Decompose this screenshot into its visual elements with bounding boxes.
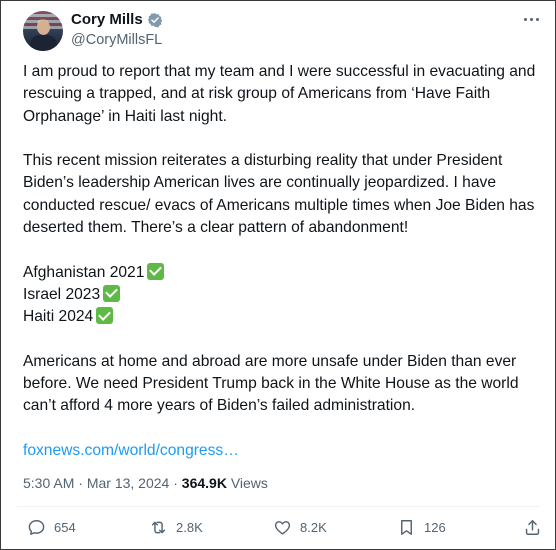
check-icon xyxy=(96,307,114,325)
tweet-date[interactable]: Mar 13, 2024 xyxy=(87,475,170,491)
list-item: Haiti 2024 xyxy=(23,306,553,328)
author-row: Cory Mills xyxy=(71,11,163,28)
repost-count: 2.8K xyxy=(176,520,203,535)
views-label: Views xyxy=(230,475,268,491)
bookmark-count: 126 xyxy=(424,520,446,535)
divider xyxy=(17,506,539,507)
list-item: Israel 2023 xyxy=(23,284,553,306)
repost-button[interactable]: 2.8K xyxy=(149,518,203,537)
like-button[interactable]: 8.2K xyxy=(273,518,327,537)
share-button[interactable] xyxy=(523,518,550,537)
reply-count: 654 xyxy=(54,520,76,535)
article-link[interactable]: foxnews.com/world/congress… xyxy=(23,440,553,462)
list-item-text: Haiti 2024 xyxy=(23,308,94,326)
like-count: 8.2K xyxy=(300,520,327,535)
share-icon xyxy=(525,520,540,535)
like-icon xyxy=(274,521,291,535)
tweet-card: Cory Mills @CoryMillsFL I am proud to re… xyxy=(0,0,556,550)
tweet-paragraph: Americans at home and abroad are more un… xyxy=(23,352,519,415)
check-icon xyxy=(147,262,165,280)
tweet-meta: 5:30 AM · Mar 13, 2024 · 364.9K Views xyxy=(23,475,268,491)
tweet-paragraph: I am proud to report that my team and I … xyxy=(23,63,536,125)
list-item-text: Afghanistan 2021 xyxy=(23,263,145,281)
avatar[interactable] xyxy=(23,11,63,51)
reply-button[interactable]: 654 xyxy=(27,518,76,537)
more-icon[interactable] xyxy=(521,9,541,29)
bookmark-button[interactable]: 126 xyxy=(397,518,446,537)
meta-separator: · xyxy=(74,475,87,491)
tweet-paragraph: This recent mission reiterates a disturb… xyxy=(23,152,535,237)
verified-badge-icon xyxy=(147,12,162,27)
avatar-body xyxy=(30,35,57,51)
views-count: 364.9K xyxy=(181,475,227,491)
tweet-time[interactable]: 5:30 AM xyxy=(23,475,74,491)
list-item: Afghanistan 2021 xyxy=(23,262,553,284)
meta-separator: · xyxy=(169,475,182,491)
tweet-text: I am proud to report that my team and I … xyxy=(23,61,553,462)
repost-icon xyxy=(151,521,166,534)
action-bar: 654 2.8K 8.2K 126 xyxy=(23,518,543,542)
author-handle[interactable]: @CoryMillsFL xyxy=(71,32,162,48)
author-name[interactable]: Cory Mills xyxy=(71,11,143,28)
list-item-text: Israel 2023 xyxy=(23,285,101,303)
reply-icon xyxy=(28,520,45,535)
bookmark-icon xyxy=(401,520,412,535)
avatar-head xyxy=(37,20,50,35)
check-icon xyxy=(103,284,121,302)
